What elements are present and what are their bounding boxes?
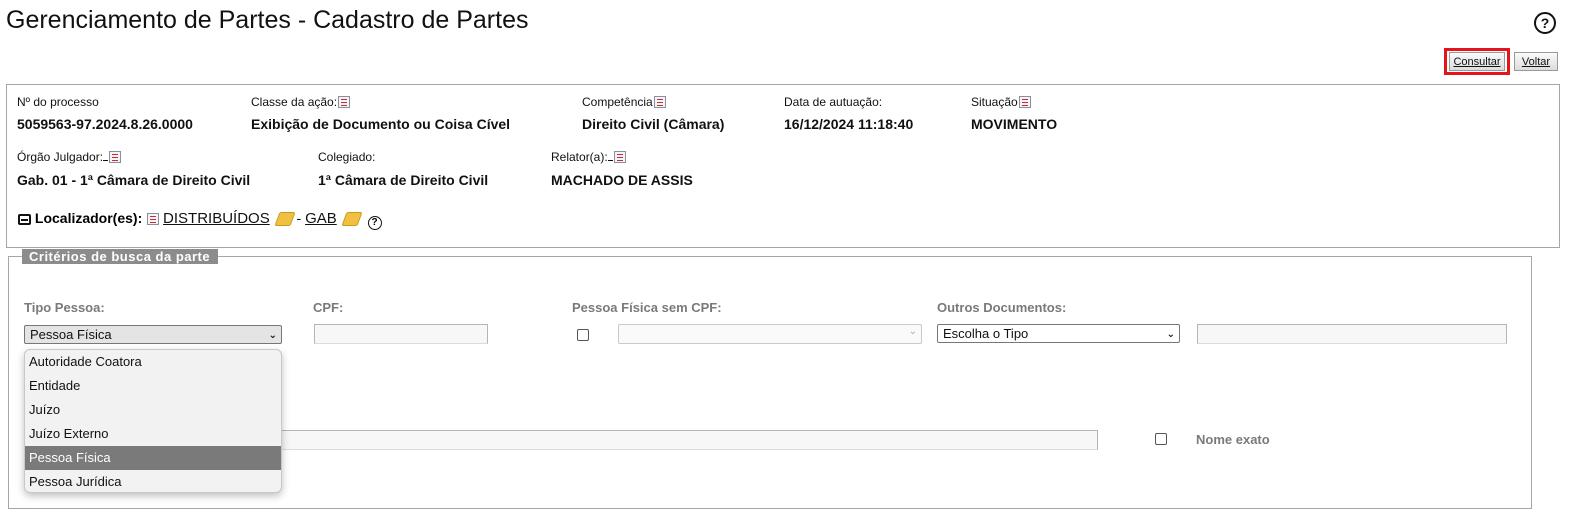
classe-acao-label-text: Classe da ação: bbox=[251, 95, 338, 109]
list-icon[interactable] bbox=[109, 151, 122, 163]
data-autuacao-value: 16/12/2024 11:18:40 bbox=[784, 116, 914, 132]
cpf-input[interactable] bbox=[314, 324, 488, 344]
chevron-down-icon: ⌄ bbox=[1166, 329, 1175, 340]
orgao-julgador-value: Gab. 01 - 1ª Câmara de Direito Civil bbox=[17, 172, 251, 188]
orgao-julgador-label-text: Órgão Julgador: bbox=[17, 150, 104, 164]
competencia-label: Competência bbox=[582, 95, 666, 109]
outros-documentos-selected: Escolha o Tipo bbox=[943, 326, 1029, 341]
numero-processo-label: Nº do processo bbox=[17, 95, 99, 109]
list-icon[interactable] bbox=[147, 213, 160, 225]
consultar-button[interactable]: Consultar bbox=[1449, 52, 1505, 71]
dropdown-option[interactable]: Juízo Externo bbox=[25, 422, 281, 446]
dropdown-option[interactable]: Pessoa Jurídica bbox=[25, 470, 281, 492]
situacao-label-text: Situação bbox=[971, 95, 1018, 109]
localizador-separator: - bbox=[296, 210, 302, 226]
outros-documentos-label: Outros Documentos: bbox=[937, 300, 1067, 315]
edit-icon[interactable] bbox=[274, 212, 296, 226]
relator-value: MACHADO DE ASSIS bbox=[551, 172, 693, 188]
outros-documentos-select[interactable]: Escolha o Tipo ⌄ bbox=[937, 324, 1180, 343]
orgao-julgador-label: Órgão Julgador: bbox=[17, 150, 122, 164]
tipo-pessoa-label: Tipo Pessoa: bbox=[24, 300, 105, 315]
underscore-mark bbox=[103, 150, 109, 161]
search-criteria-legend: Critérios de busca da parte bbox=[22, 249, 219, 264]
list-icon[interactable] bbox=[1018, 96, 1031, 108]
help-icon[interactable]: ? bbox=[367, 216, 382, 230]
relator-label-text: Relator(a): bbox=[551, 150, 608, 164]
colegiado-value: 1ª Câmara de Direito Civil bbox=[318, 172, 489, 188]
underscore-mark bbox=[607, 150, 613, 161]
localizador-distribuidos-link[interactable]: DISTRIBUÍDOS bbox=[163, 210, 270, 227]
nome-exato-label: Nome exato bbox=[1196, 432, 1270, 447]
classe-acao-label: Classe da ação: bbox=[251, 95, 351, 109]
nome-exato-checkbox[interactable] bbox=[1155, 433, 1167, 445]
cpf-label: CPF: bbox=[313, 300, 344, 315]
competencia-label-text: Competência bbox=[582, 95, 653, 109]
situacao-value: MOVIMENTO bbox=[971, 116, 1058, 132]
help-icon[interactable]: ? bbox=[1534, 12, 1556, 34]
dropdown-option-selected[interactable]: Pessoa Física bbox=[25, 446, 281, 470]
voltar-button[interactable]: Voltar bbox=[1514, 52, 1558, 71]
dropdown-option[interactable]: Autoridade Coatora bbox=[25, 350, 281, 374]
list-icon[interactable] bbox=[338, 96, 351, 108]
pessoa-sem-cpf-select: ⌄ bbox=[618, 324, 922, 344]
numero-processo-value: 5059563-97.2024.8.26.0000 bbox=[17, 116, 193, 132]
localizador-gab-link[interactable]: GAB bbox=[305, 210, 337, 227]
pessoa-sem-cpf-label: Pessoa Física sem CPF: bbox=[572, 300, 722, 315]
outros-documentos-input[interactable] bbox=[1197, 324, 1507, 344]
list-icon[interactable] bbox=[653, 96, 666, 108]
pessoa-sem-cpf-checkbox[interactable] bbox=[577, 329, 589, 341]
edit-icon[interactable] bbox=[341, 212, 363, 226]
dropdown-option[interactable]: Juízo bbox=[25, 398, 281, 422]
tipo-pessoa-select[interactable]: Pessoa Física ⌄ bbox=[24, 325, 282, 344]
tipo-pessoa-dropdown: Autoridade Coatora Entidade Juízo Juízo … bbox=[24, 349, 282, 493]
page-title: Gerenciamento de Partes - Cadastro de Pa… bbox=[6, 6, 529, 34]
localizadores-row: Localizador(es): DISTRIBUÍDOS - GAB ? bbox=[18, 210, 382, 230]
chevron-down-icon: ⌄ bbox=[908, 326, 917, 337]
situacao-label: Situação bbox=[971, 95, 1031, 109]
list-icon[interactable] bbox=[613, 151, 626, 163]
colegiado-label: Colegiado: bbox=[318, 150, 376, 164]
localizadores-label: Localizador(es): bbox=[34, 210, 143, 226]
chevron-down-icon: ⌄ bbox=[268, 330, 277, 341]
data-autuacao-label: Data de autuação: bbox=[784, 95, 883, 109]
competencia-value: Direito Civil (Câmara) bbox=[582, 116, 725, 132]
dropdown-option[interactable]: Entidade bbox=[25, 374, 281, 398]
relator-label: Relator(a): bbox=[551, 150, 626, 164]
tipo-pessoa-selected: Pessoa Física bbox=[30, 327, 112, 342]
classe-acao-value: Exibição de Documento ou Coisa Cível bbox=[251, 116, 511, 132]
inbox-icon bbox=[18, 214, 31, 225]
